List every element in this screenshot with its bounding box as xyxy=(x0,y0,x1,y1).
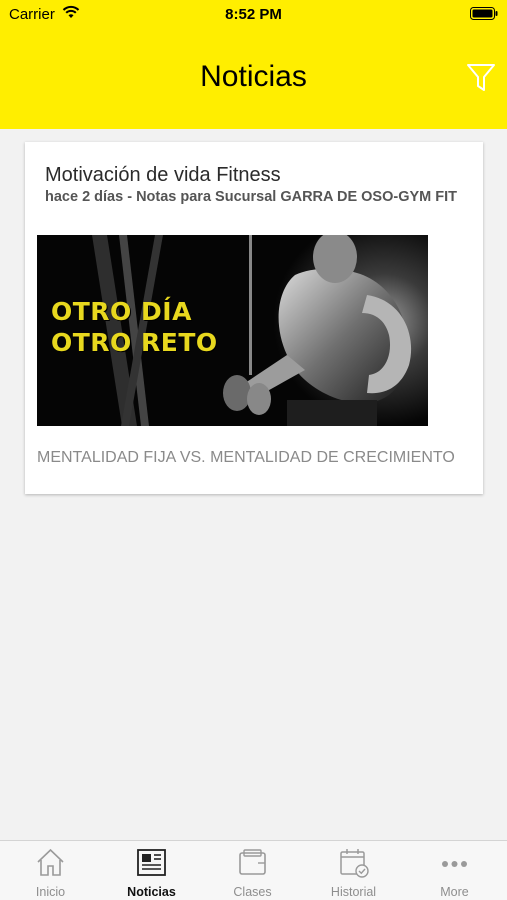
status-bar: Carrier 8:52 PM xyxy=(0,0,507,28)
wallet-icon xyxy=(239,849,266,875)
home-icon xyxy=(37,848,64,876)
news-excerpt: MENTALIDAD FIJA VS. MENTALIDAD DE CRECIM… xyxy=(37,449,455,466)
filter-icon[interactable] xyxy=(466,62,496,92)
image-caption-line1: OTRO DÍA xyxy=(51,297,192,326)
newspaper-icon xyxy=(137,849,166,876)
tab-noticias[interactable]: Noticias xyxy=(101,841,202,900)
image-caption-line2: OTRO RETO xyxy=(51,328,218,357)
calendar-check-icon xyxy=(340,849,369,878)
tab-noticias-label: Noticias xyxy=(127,885,176,899)
tab-more-label: More xyxy=(440,885,469,899)
tab-clases-label: Clases xyxy=(233,885,272,899)
tab-inicio[interactable]: Inicio xyxy=(0,841,101,900)
more-icon xyxy=(442,861,467,867)
tab-historial-label: Historial xyxy=(330,885,377,899)
news-image: OTRO DÍA OTRO RETO xyxy=(37,235,428,426)
page-title: Noticias xyxy=(200,60,307,93)
news-card[interactable]: Motivación de vida Fitness hace 2 días -… xyxy=(25,142,483,494)
news-title: Motivación de vida Fitness xyxy=(45,164,281,186)
tab-inicio-label: Inicio xyxy=(35,885,66,899)
news-meta: hace 2 días - Notas para Sucursal GARRA … xyxy=(45,189,458,205)
tab-more[interactable]: More xyxy=(404,841,505,900)
header: Carrier 8:52 PM Noticias xyxy=(0,0,507,129)
battery-icon xyxy=(470,7,498,20)
tab-clases[interactable]: Clases xyxy=(202,841,303,900)
status-time: 8:52 PM xyxy=(225,6,282,23)
tab-bar: Inicio Noticias Clases Historial More xyxy=(0,840,507,900)
tab-historial[interactable]: Historial xyxy=(303,841,404,900)
